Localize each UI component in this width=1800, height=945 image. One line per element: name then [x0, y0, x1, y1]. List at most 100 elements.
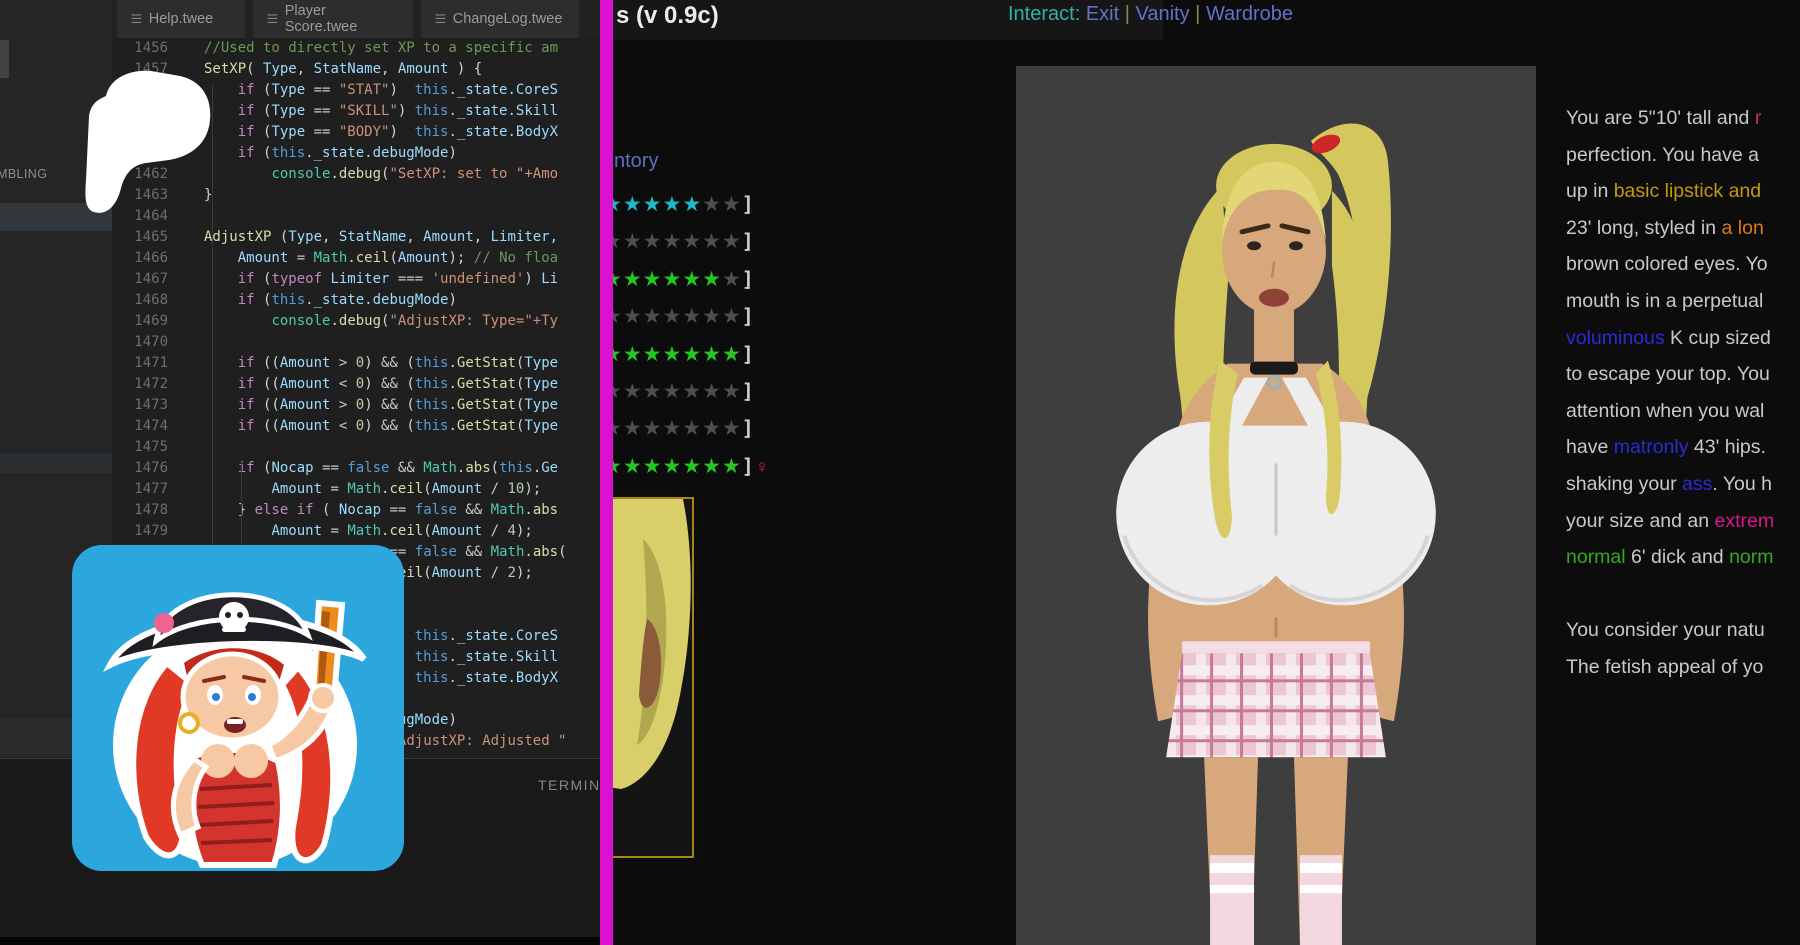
tab-player-score-twee[interactable]: ☰ Player Score.twee — [253, 0, 413, 38]
line-number: 1473 — [112, 395, 168, 416]
star-rating-row: ★★★★★★★] — [613, 410, 738, 447]
star-rating-row: ★★★★★★★] — [613, 186, 738, 223]
star-icon: ★ — [613, 380, 623, 403]
star-icon: ★ — [623, 193, 643, 216]
star-icon: ★ — [623, 417, 643, 440]
description-line: You consider your natu — [1566, 612, 1800, 649]
character-description: You are 5"10' tall and rperfection. You … — [1566, 100, 1800, 686]
star-icon: ★ — [662, 305, 682, 328]
character-portrait — [1016, 66, 1536, 945]
code-text: AdjustXP (Type, StatName, Amount, Limite… — [204, 227, 558, 248]
twee-file-icon: ☰ — [130, 13, 142, 25]
code-text: if (this._state.debugMode) — [204, 143, 457, 164]
description-line: attention when you wal — [1566, 393, 1800, 430]
star-icon: ★ — [613, 193, 623, 216]
tab-changelog-twee[interactable]: ☰ ChangeLog.twee — [421, 0, 579, 38]
line-number: 1465 — [112, 227, 168, 248]
code-text: if ((Amount < 0) && (this.GetStat(Type — [204, 416, 558, 437]
star-rating-row: ★★★★★★★] — [613, 223, 738, 260]
interact-link-wardrobe[interactable]: Wardrobe — [1206, 3, 1293, 25]
bracket: ] — [742, 416, 755, 440]
star-icon: ★ — [722, 380, 742, 403]
line-number: 1479 — [112, 521, 168, 542]
star-icon: ★ — [643, 343, 663, 366]
description-line: 23' long, styled in a lon — [1566, 210, 1800, 247]
line-number: 1478 — [112, 500, 168, 521]
star-icon: ★ — [623, 343, 643, 366]
link-separator: | — [1195, 3, 1206, 25]
code-line: 1477 Amount = Math.ceil(Amount / 10); — [112, 479, 613, 500]
line-number: 1456 — [112, 38, 168, 59]
code-text: if (Type == "SKILL") this._state.Skill — [204, 101, 558, 122]
description-line: shaking your ass. You h — [1566, 466, 1800, 503]
code-line: 1469 console.debug("AdjustXP: Type="+Ty — [112, 311, 613, 332]
code-line: 1475 — [112, 437, 613, 458]
description-line: to escape your top. You — [1566, 356, 1800, 393]
description-line: your size and an extrem — [1566, 503, 1800, 540]
description-line: voluminous K cup sized — [1566, 320, 1800, 357]
star-rating-row: ★★★★★★★] — [613, 298, 738, 335]
interact-link-exit[interactable]: Exit — [1086, 3, 1119, 25]
code-line: 1466 Amount = Math.ceil(Amount); // No f… — [112, 248, 613, 269]
code-text: if ((Amount > 0) && (this.GetStat(Type — [204, 395, 558, 416]
code-text: } else if ( Nocap == false && Math.abs — [204, 500, 558, 521]
code-text: if (this._state.debugMode) — [204, 290, 457, 311]
game-title-fragment: s (v 0.9c) — [616, 2, 719, 30]
star-icon: ★ — [702, 268, 722, 291]
star-icon: ★ — [702, 417, 722, 440]
line-number: 1466 — [112, 248, 168, 269]
bracket: ] — [742, 342, 755, 366]
star-icon: ★ — [702, 193, 722, 216]
code-text: if ((Amount < 0) && (this.GetStat(Type — [204, 374, 558, 395]
explorer-folder-label: MBLING — [0, 167, 47, 181]
star-icon: ★ — [623, 455, 643, 478]
code-line: 1465 AdjustXP (Type, StatName, Amount, Li… — [112, 227, 613, 248]
code-line: 1474 if ((Amount < 0) && (this.GetStat(T… — [112, 416, 613, 437]
star-icon: ★ — [722, 343, 742, 366]
star-icon: ★ — [662, 455, 682, 478]
code-text: Amount = Math.ceil(Amount / 10); — [204, 479, 541, 500]
twee-file-icon: ☰ — [266, 13, 278, 25]
description-line: up in basic lipstick and — [1566, 173, 1800, 210]
star-icon: ★ — [613, 417, 623, 440]
code-text: if ((Amount > 0) && (this.GetStat(Type — [204, 353, 558, 374]
star-icon: ★ — [613, 268, 623, 291]
bracket: ] — [742, 379, 755, 403]
star-icon: ★ — [722, 193, 742, 216]
line-number: 1469 — [112, 311, 168, 332]
inventory-link-fragment[interactable]: ntory — [614, 150, 658, 173]
female-symbol-icon: ♀ — [755, 457, 770, 478]
interact-link-vanity[interactable]: Vanity — [1136, 3, 1190, 25]
screenshot-root: MBLING ☰ Help.twee ☰ Player Score.twee ☰… — [0, 0, 1800, 945]
description-line: brown colored eyes. Yo — [1566, 246, 1800, 283]
description-line: normal 6' dick and norm — [1566, 539, 1800, 576]
game-window: s (v 0.9c) Interact: Exit | Vanity | War… — [613, 0, 1800, 945]
star-icon: ★ — [662, 268, 682, 291]
editor-tabbar: ☰ Help.twee ☰ Player Score.twee ☰ Change… — [112, 0, 613, 38]
code-text: console.debug("AdjustXP: Type="+Ty — [204, 311, 558, 332]
bracket: ] — [742, 229, 755, 253]
line-number: 1470 — [112, 332, 168, 353]
line-number: 1476 — [112, 458, 168, 479]
star-icon: ★ — [613, 343, 623, 366]
code-line: 1476 if (Nocap == false && Math.abs(this… — [112, 458, 613, 479]
star-icon: ★ — [722, 268, 742, 291]
code-text: //Used to directly set XP to a specific … — [204, 38, 558, 59]
tab-help-twee[interactable]: ☰ Help.twee — [117, 0, 245, 38]
description-line: mouth is in a perpetual — [1566, 283, 1800, 320]
twee-file-icon: ☰ — [434, 13, 446, 25]
code-text: console.debug("SetXP: set to "+Amo — [204, 164, 558, 185]
star-icon: ★ — [722, 230, 742, 253]
code-line: 1473 if ((Amount > 0) && (this.GetStat(T… — [112, 395, 613, 416]
sidebar-scrollbar[interactable] — [0, 40, 9, 78]
explorer-row[interactable] — [0, 453, 112, 473]
bracket: ] — [742, 267, 755, 291]
portrait-thumbnail[interactable] — [613, 497, 694, 858]
star-icon: ★ — [623, 305, 643, 328]
description-line: The fetish appeal of yo — [1566, 649, 1800, 686]
star-icon: ★ — [682, 455, 702, 478]
bracket: ] — [742, 454, 755, 478]
code-line: 1478 } else if ( Nocap == false && Math.… — [112, 500, 613, 521]
star-icon: ★ — [702, 380, 722, 403]
pirate-avatar-image — [72, 545, 404, 871]
